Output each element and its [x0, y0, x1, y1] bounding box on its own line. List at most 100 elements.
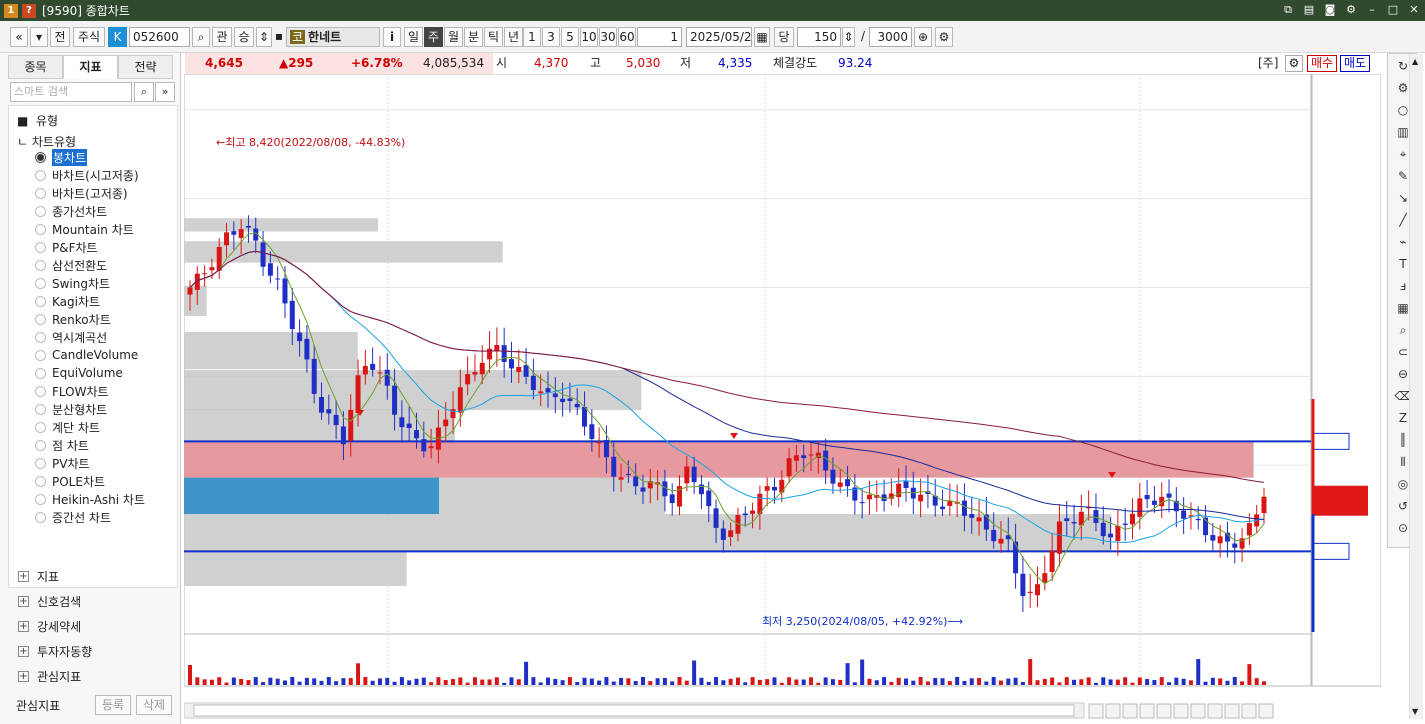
- chart-type-option[interactable]: CandleVolume: [35, 346, 138, 364]
- indicator-section[interactable]: + 신호검색: [18, 591, 81, 611]
- tree-root[interactable]: ■ 유형: [17, 112, 58, 129]
- camera-icon[interactable]: ◙: [1323, 2, 1337, 18]
- minimize-icon[interactable]: –: [1365, 2, 1379, 18]
- chart-type-option[interactable]: 바차트(시고저종): [35, 166, 139, 184]
- candle-body[interactable]: [552, 393, 558, 398]
- chart-type-option[interactable]: Swing차트: [35, 274, 110, 292]
- scroll-down-icon[interactable]: ▼: [1412, 707, 1418, 716]
- period-tab[interactable]: 틱: [484, 27, 503, 47]
- candle-body[interactable]: [297, 332, 303, 342]
- chart-type-option[interactable]: 계단 차트: [35, 418, 100, 436]
- chart-type-option[interactable]: P&F차트: [35, 238, 98, 256]
- candle-body[interactable]: [494, 344, 500, 352]
- candle-body[interactable]: [750, 510, 756, 514]
- tab-stock[interactable]: 종목: [8, 55, 63, 79]
- candle-body[interactable]: [487, 348, 493, 360]
- candle-body[interactable]: [1137, 498, 1143, 517]
- scrollbar-thumb[interactable]: [193, 704, 1075, 717]
- candle-body[interactable]: [596, 442, 602, 444]
- sell-button[interactable]: 매도: [1340, 55, 1370, 72]
- candle-body[interactable]: [428, 446, 434, 449]
- chart-type-option[interactable]: FLOW차트: [35, 382, 109, 400]
- candle-body[interactable]: [501, 345, 507, 362]
- candle-body[interactable]: [560, 398, 566, 402]
- candle-body[interactable]: [187, 287, 193, 295]
- candle-body[interactable]: [1100, 522, 1106, 537]
- candle-body[interactable]: [903, 481, 909, 488]
- radio-icon[interactable]: [35, 223, 46, 235]
- candle-body[interactable]: [1129, 513, 1135, 525]
- candle-body[interactable]: [764, 486, 770, 491]
- step-icon[interactable]: [1122, 703, 1138, 719]
- radio-icon[interactable]: [35, 331, 46, 343]
- candle-body[interactable]: [837, 482, 843, 487]
- candle-body[interactable]: [1093, 510, 1099, 523]
- indicator-section[interactable]: + 지표: [18, 566, 59, 586]
- candle-body[interactable]: [413, 430, 419, 439]
- candle-body[interactable]: [1261, 496, 1267, 514]
- stock-type-select[interactable]: 주식: [73, 27, 105, 47]
- candle-body[interactable]: [618, 477, 624, 480]
- stock-name-field[interactable]: 코 한네트: [286, 27, 380, 47]
- candle-body[interactable]: [961, 500, 967, 516]
- candle-body[interactable]: [333, 414, 339, 426]
- candle-body[interactable]: [823, 450, 829, 471]
- candle-body[interactable]: [304, 338, 310, 360]
- radio-icon[interactable]: [35, 259, 46, 271]
- candle-body[interactable]: [457, 387, 463, 413]
- radio-icon[interactable]: [35, 421, 46, 433]
- price-chart-svg[interactable]: ←최고 8,420(2022/08/08, -44.83%) 최저 3,250(2…: [183, 73, 1382, 720]
- chart-type-option[interactable]: 역시계곡선: [35, 328, 107, 346]
- volume-plot-area[interactable]: [183, 633, 1312, 687]
- prev-button[interactable]: 전: [50, 27, 70, 47]
- candle-body[interactable]: [1122, 523, 1128, 525]
- gear-icon[interactable]: [1207, 703, 1223, 719]
- candle-body[interactable]: [245, 225, 251, 228]
- nav-back-button[interactable]: «: [10, 27, 28, 47]
- period-tab[interactable]: 주: [424, 27, 443, 47]
- candle-body[interactable]: [793, 455, 799, 461]
- interval-button[interactable]: 5: [561, 27, 579, 47]
- chart-settings-icon[interactable]: ⚙: [1285, 55, 1303, 72]
- zoom-in-icon[interactable]: [1156, 703, 1172, 719]
- candle-body[interactable]: [786, 458, 792, 477]
- market-k-button[interactable]: K: [108, 27, 127, 47]
- chart-type-option[interactable]: Kagi차트: [35, 292, 100, 310]
- stock-code-input[interactable]: 052600: [129, 27, 190, 47]
- period-tab[interactable]: 일: [404, 27, 423, 47]
- nav-dropdown-button[interactable]: ▾: [30, 27, 48, 47]
- candle-body[interactable]: [1027, 591, 1033, 594]
- candle-body[interactable]: [260, 242, 266, 267]
- candle-body[interactable]: [771, 486, 777, 491]
- chart-type-option[interactable]: POLE차트: [35, 472, 105, 490]
- chart-type-option[interactable]: 바차트(고저종): [35, 184, 128, 202]
- scroll-right-icon[interactable]: [1088, 703, 1104, 719]
- chart-area[interactable]: ←최고 8,420(2022/08/08, -44.83%) 최저 3,250(2…: [183, 73, 1382, 720]
- radio-icon[interactable]: [35, 403, 46, 415]
- candle-body[interactable]: [1151, 500, 1157, 505]
- candle-body[interactable]: [1020, 573, 1026, 597]
- candle-body[interactable]: [976, 517, 982, 522]
- candle-body[interactable]: [940, 506, 946, 510]
- candle-body[interactable]: [202, 273, 208, 275]
- candle-body[interactable]: [640, 487, 646, 492]
- candle-body[interactable]: [443, 419, 449, 427]
- candle-body[interactable]: [362, 365, 368, 375]
- pause-icon[interactable]: [1105, 703, 1121, 719]
- candle-body[interactable]: [742, 513, 748, 516]
- candle-body[interactable]: [282, 278, 288, 304]
- expand-plus-icon[interactable]: +: [18, 670, 29, 682]
- candle-body[interactable]: [479, 362, 485, 375]
- candle-body[interactable]: [340, 426, 346, 445]
- candle-body[interactable]: [713, 508, 719, 528]
- radio-icon[interactable]: [35, 457, 46, 469]
- new-window-icon[interactable]: ⧉: [1281, 2, 1295, 18]
- candle-body[interactable]: [669, 494, 675, 504]
- candle-body[interactable]: [574, 403, 580, 408]
- restore-icon[interactable]: □: [1386, 2, 1400, 18]
- candle-body[interactable]: [706, 490, 712, 507]
- help-icon[interactable]: ?: [22, 3, 36, 18]
- interval-button[interactable]: 1: [523, 27, 541, 47]
- search-icon[interactable]: ⌕: [192, 27, 210, 47]
- chart-type-option[interactable]: Mountain 차트: [35, 220, 134, 238]
